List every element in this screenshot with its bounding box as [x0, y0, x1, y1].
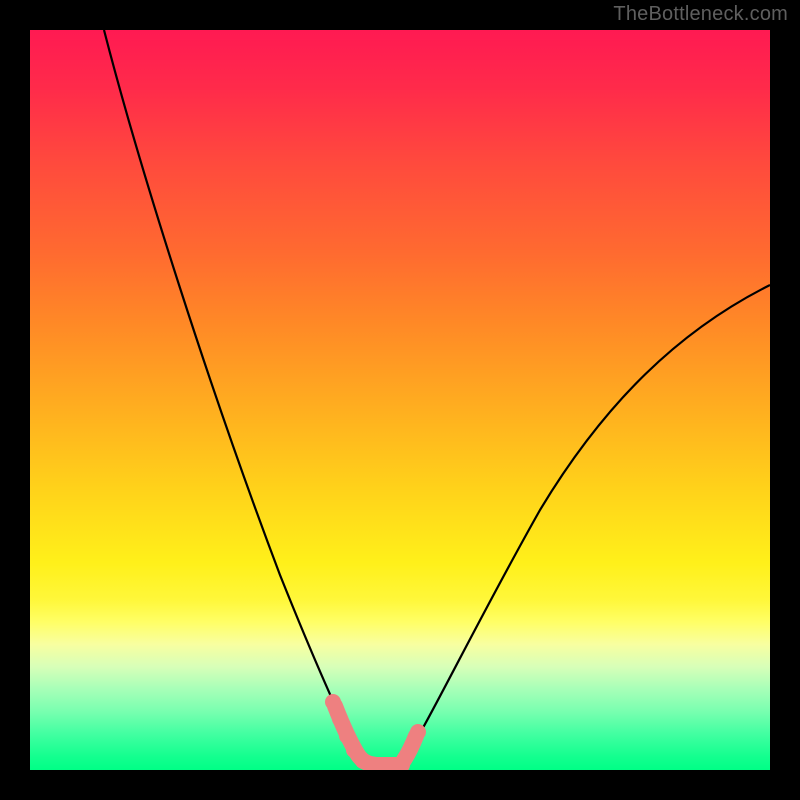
- right-curve: [402, 285, 770, 763]
- chart-container: TheBottleneck.com: [0, 0, 800, 800]
- highlight-segment-right: [404, 736, 416, 760]
- highlight-dot: [325, 694, 341, 710]
- curves-svg: [30, 30, 770, 770]
- highlight-dot: [339, 728, 355, 744]
- plot-area: [30, 30, 770, 770]
- highlight-dot: [332, 711, 348, 727]
- highlight-dot: [410, 724, 426, 740]
- watermark-text: TheBottleneck.com: [613, 3, 788, 26]
- left-curve: [104, 30, 363, 763]
